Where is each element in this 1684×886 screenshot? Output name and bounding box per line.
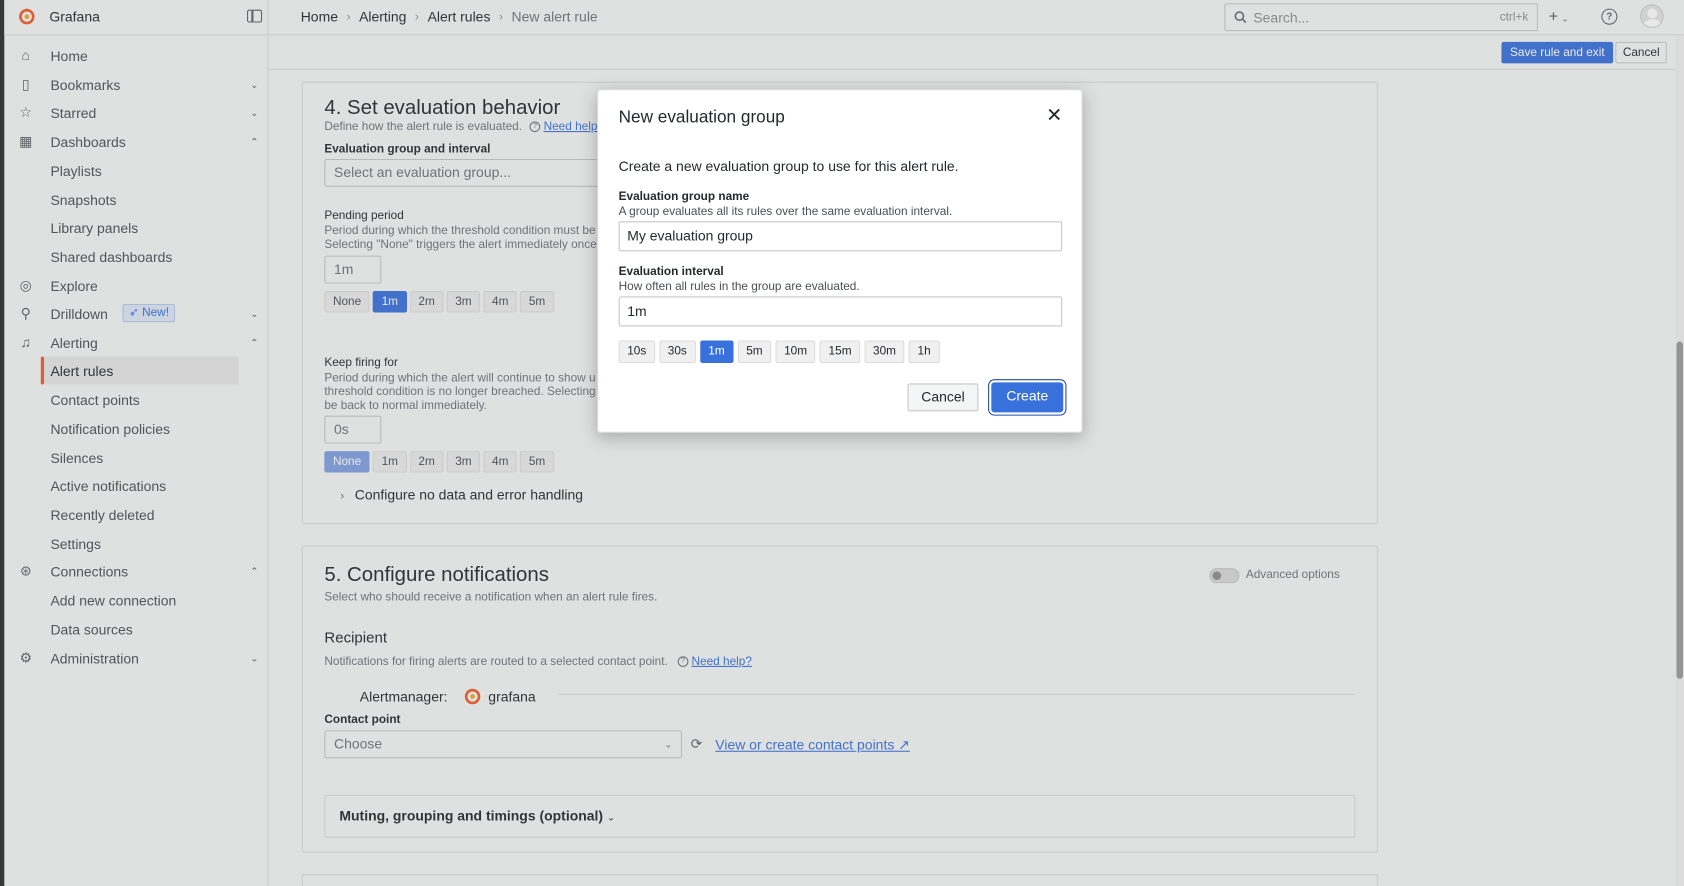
interval-options: 10s 30s 1m 5m 10m 15m 30m 1h bbox=[618, 340, 940, 364]
interval-description: How often all rules in the group are eva… bbox=[618, 280, 860, 294]
interval-option-10m[interactable]: 10m bbox=[775, 340, 816, 364]
modal-cancel-button[interactable]: Cancel bbox=[907, 383, 979, 412]
new-evaluation-group-modal: New evaluation group ✕ Create a new eval… bbox=[597, 89, 1083, 433]
interval-option-15m[interactable]: 15m bbox=[819, 340, 861, 364]
close-icon[interactable]: ✕ bbox=[1046, 104, 1062, 125]
grafana-app: Grafana Home › Alerting › Alert rules › … bbox=[0, 0, 1684, 886]
group-name-label: Evaluation group name bbox=[618, 190, 750, 203]
interval-option-5m[interactable]: 5m bbox=[737, 340, 772, 364]
modal-intro: Create a new evaluation group to use for… bbox=[618, 157, 959, 174]
interval-label: Evaluation interval bbox=[618, 265, 724, 279]
interval-option-1h[interactable]: 1h bbox=[908, 340, 940, 364]
modal-create-button[interactable]: Create bbox=[991, 382, 1064, 413]
interval-option-30s[interactable]: 30s bbox=[659, 340, 696, 364]
group-name-input[interactable]: My evaluation group bbox=[618, 221, 1063, 252]
interval-option-10s[interactable]: 10s bbox=[618, 340, 655, 364]
interval-input[interactable]: 1m bbox=[618, 296, 1063, 327]
interval-option-30m[interactable]: 30m bbox=[864, 340, 905, 364]
modal-title: New evaluation group bbox=[618, 108, 785, 127]
group-name-description: A group evaluates all its rules over the… bbox=[618, 205, 953, 219]
interval-option-1m[interactable]: 1m bbox=[699, 340, 734, 364]
